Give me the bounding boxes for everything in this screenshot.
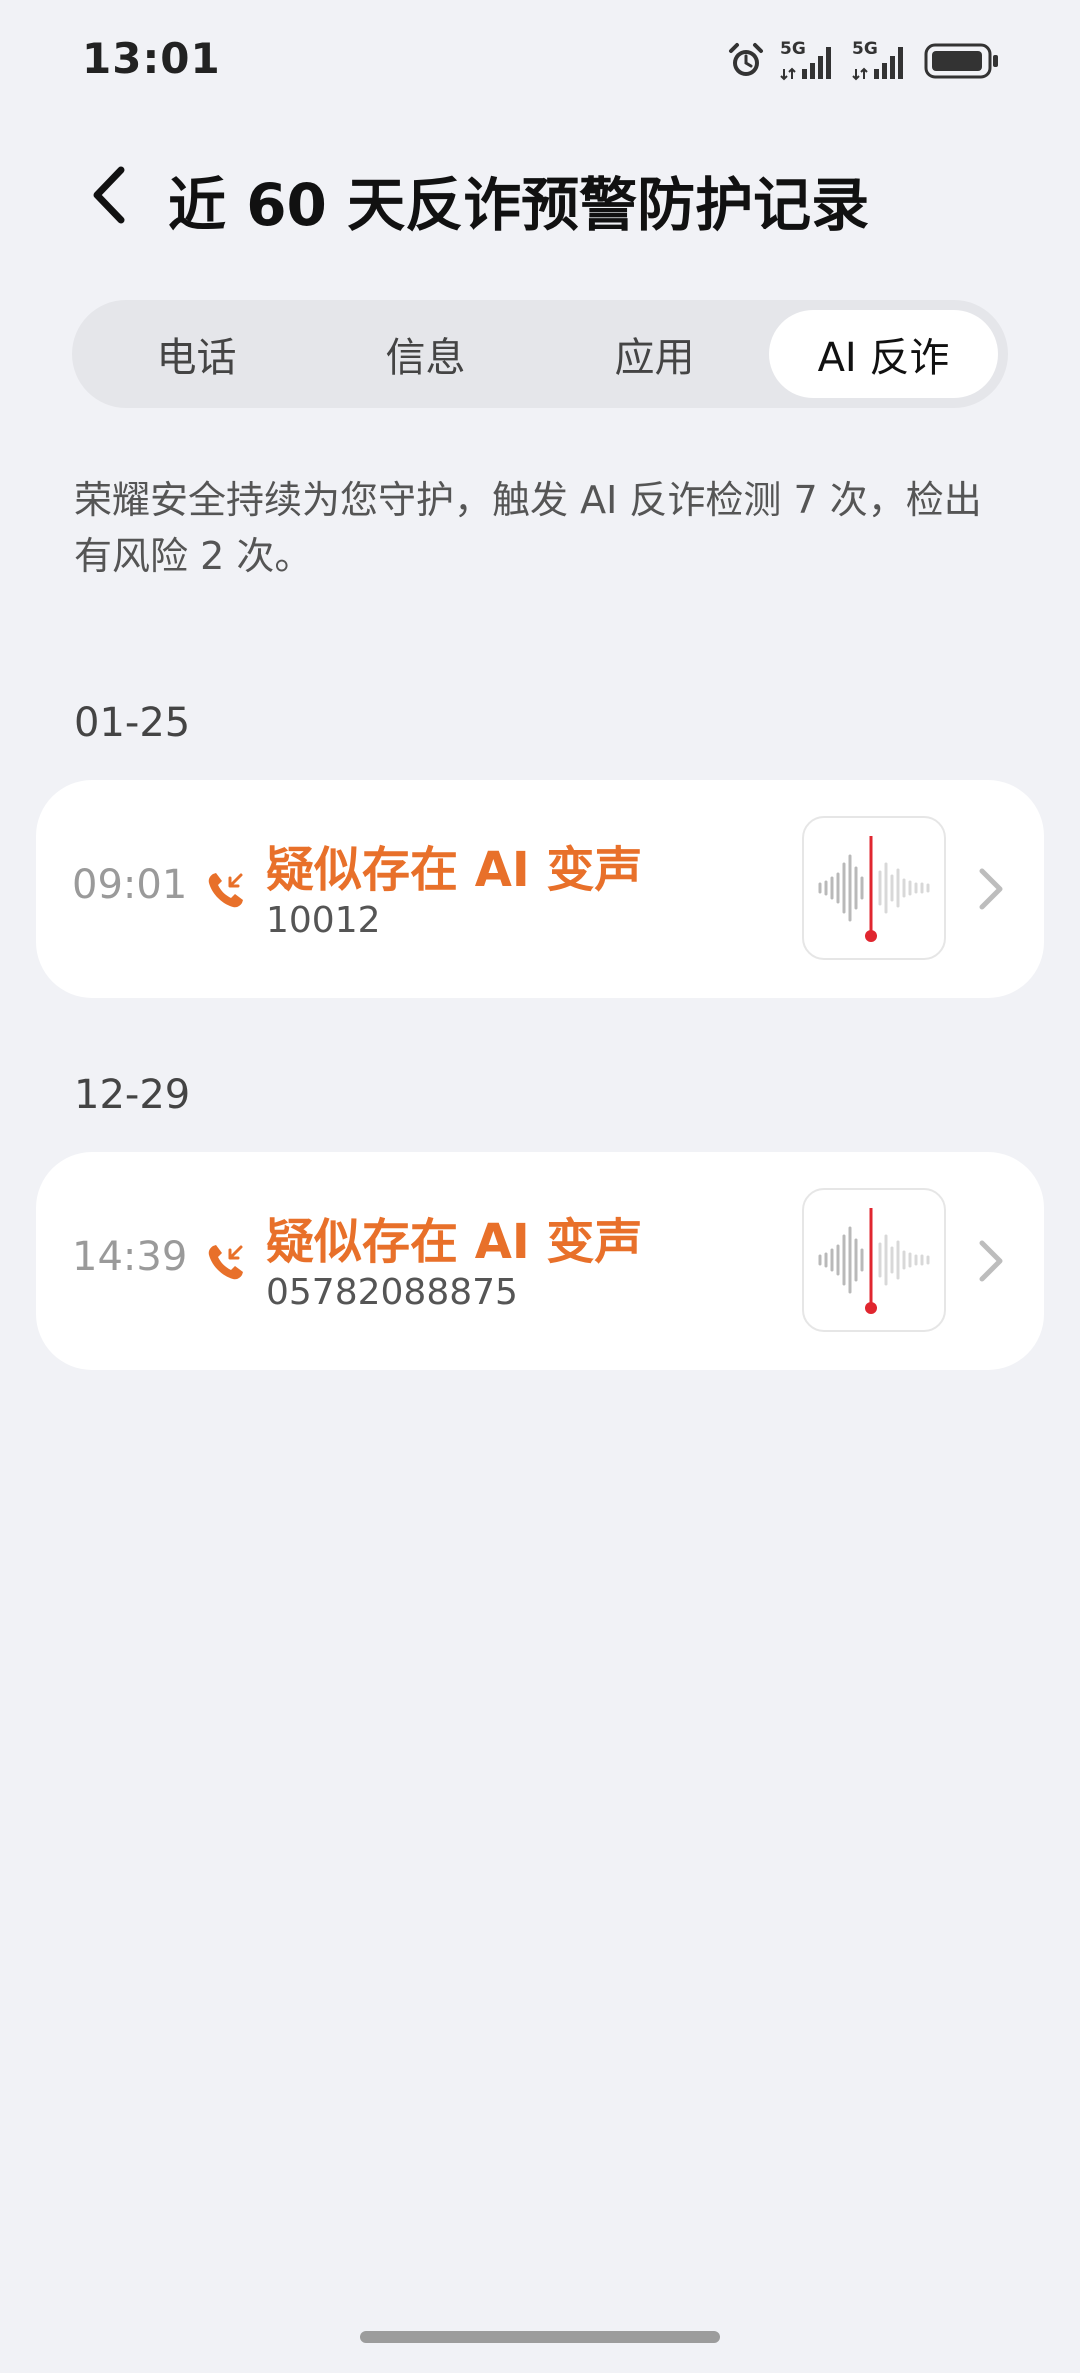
back-button[interactable] <box>74 156 144 234</box>
status-time: 13:01 <box>82 34 221 83</box>
record-number: 05782088875 <box>266 1272 518 1313</box>
5g-signal-icon: 5G <box>852 39 910 83</box>
page: 13:01 5G 5G 近 60 天反诈预警防护记录 电话 信息 应用 AI 反… <box>0 0 1080 2373</box>
status-bar: 13:01 5G 5G <box>0 0 1080 120</box>
chevron-left-icon <box>93 166 125 224</box>
tab-phone[interactable]: 电话 <box>82 310 311 398</box>
record-card[interactable]: 14:39 疑似存在 AI 变声 05782088875 <box>36 1152 1044 1370</box>
date-label: 12-29 <box>74 1072 191 1118</box>
record-title: 疑似存在 AI 变声 <box>266 842 643 898</box>
record-number: 10012 <box>266 900 381 941</box>
status-icons: 5G 5G <box>726 38 1000 84</box>
incoming-call-icon <box>208 873 243 908</box>
page-title: 近 60 天反诈预警防护记录 <box>168 171 870 239</box>
summary-text: 荣耀安全持续为您守护，触发 AI 反诈检测 7 次，检出有风险 2 次。 <box>74 478 982 578</box>
tab-bar: 电话 信息 应用 AI 反诈 <box>72 300 1008 408</box>
header: 近 60 天反诈预警防护记录 <box>0 140 1080 250</box>
tab-ai-anti-fraud[interactable]: AI 反诈 <box>769 310 998 398</box>
incoming-call-icon <box>208 1245 243 1280</box>
chevron-right-icon <box>979 868 1003 910</box>
home-indicator[interactable] <box>360 2331 720 2343</box>
audio-waveform-icon <box>818 1208 930 1314</box>
record-time: 14:39 <box>72 1234 188 1280</box>
tab-messages[interactable]: 信息 <box>311 310 540 398</box>
battery-icon <box>924 41 1000 81</box>
audio-waveform-icon <box>818 836 930 942</box>
record-card[interactable]: 09:01 疑似存在 AI 变声 10012 <box>36 780 1044 998</box>
record-time: 09:01 <box>72 862 188 908</box>
waveform-thumbnail <box>802 816 946 960</box>
tab-apps[interactable]: 应用 <box>540 310 769 398</box>
date-label: 01-25 <box>74 700 191 746</box>
alarm-icon <box>726 41 766 81</box>
waveform-thumbnail <box>802 1188 946 1332</box>
5g-signal-icon: 5G <box>780 39 838 83</box>
record-title: 疑似存在 AI 变声 <box>266 1214 643 1270</box>
chevron-right-icon <box>979 1240 1003 1282</box>
